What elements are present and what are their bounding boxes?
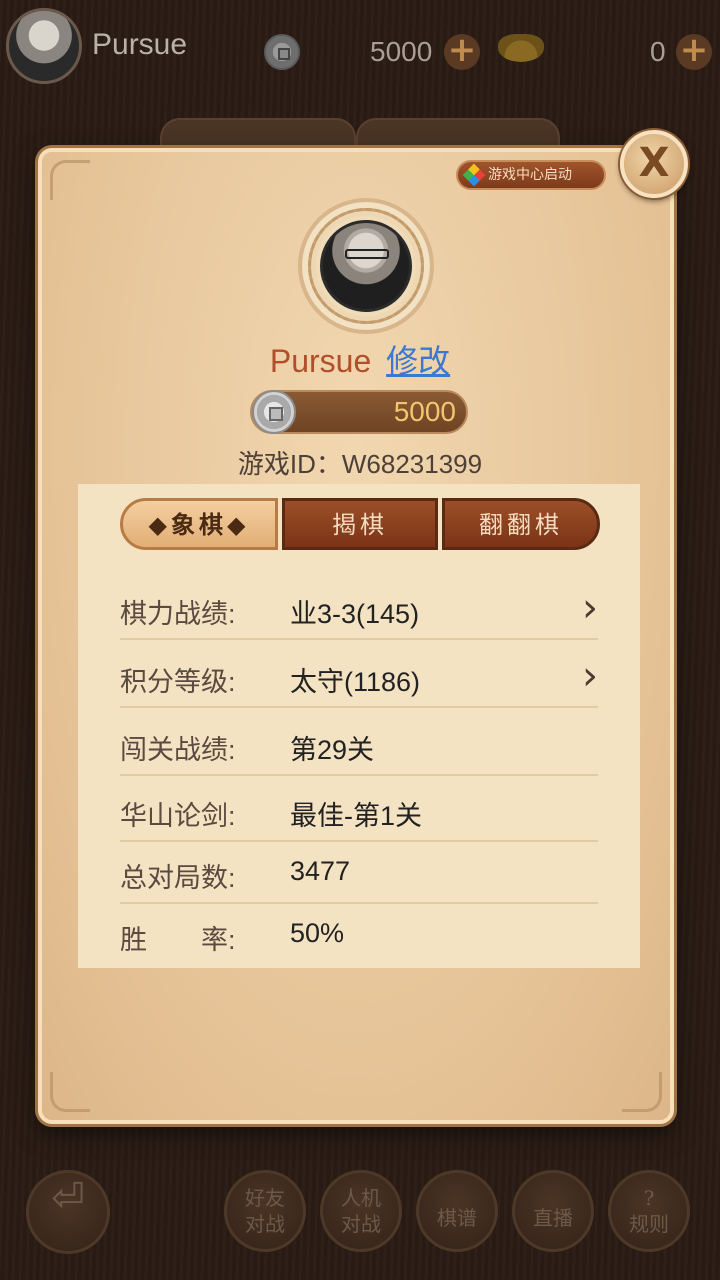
back-arrow-icon: ⏎ [51, 1175, 85, 1221]
stat-value: 最佳-第1关 [290, 801, 423, 831]
top-gold-count: 0 [650, 36, 666, 67]
top-coin-count: 5000 [370, 36, 433, 67]
corner-ornament [50, 1072, 90, 1112]
back-button[interactable]: ⏎ [26, 1170, 110, 1254]
stat-label: 积分等级: [120, 667, 236, 697]
corner-ornament [622, 1072, 662, 1112]
stat-value: 业3-3(145) [290, 599, 420, 629]
stat-label: 闯关战绩: [120, 735, 236, 765]
player-name: Pursue [269, 343, 372, 379]
ai-battle-label-2: 对战 [341, 1212, 381, 1236]
avatar-glasses [345, 249, 389, 259]
stat-value: 第29关 [290, 735, 375, 765]
game-type-tabs: ◆象棋◆ 揭棋 翻翻棋 [120, 498, 602, 552]
gold-ingot-icon [498, 34, 544, 62]
ai-battle-button[interactable]: 人机 对战 [320, 1170, 402, 1252]
ai-battle-label-1: 人机 [341, 1186, 381, 1210]
tab-xiangqi[interactable]: ◆象棋◆ [120, 498, 278, 550]
add-gold-plus-icon[interactable]: + [676, 33, 712, 70]
rules-label: 规则 [629, 1212, 669, 1236]
add-coins-plus-icon[interactable]: + [444, 33, 480, 70]
friend-battle-button[interactable]: 好友 对战 [224, 1170, 306, 1252]
top-avatar[interactable] [6, 8, 82, 84]
stat-row-levels: 闯关战绩: 第29关 [120, 716, 598, 776]
stat-label: 总对局数: [120, 863, 236, 893]
stat-value: 50% [290, 918, 345, 948]
live-stream-label: 直播 [533, 1206, 573, 1230]
avatar[interactable] [320, 220, 412, 312]
corner-ornament [50, 160, 90, 200]
stat-label: 胜 率: [120, 925, 236, 955]
tab-jieqi[interactable]: 揭棋 [282, 498, 438, 550]
chevron-right-icon[interactable]: › [582, 652, 598, 700]
tab-fanfanqi[interactable]: 翻翻棋 [442, 498, 600, 550]
stat-row-huashan: 华山论剑: 最佳-第1关 [120, 782, 598, 842]
stat-label: 华山论剑: [120, 801, 236, 831]
game-records-label: 棋谱 [437, 1206, 477, 1230]
coin-icon [264, 34, 300, 70]
top-bar: Pursue 5000 + 0 + [0, 0, 720, 100]
live-stream-button[interactable]: 直播 [512, 1170, 594, 1252]
coin-icon [252, 390, 296, 434]
chevron-right-icon[interactable]: › [582, 584, 598, 632]
rules-button[interactable]: ? 规则 [608, 1170, 690, 1252]
player-name-line: Pursue 修改 [0, 336, 720, 382]
coin-balance-bar: 5000 [250, 390, 468, 434]
stat-row-rating[interactable]: 棋力战绩: 业3-3(145) › [120, 580, 598, 640]
stat-row-win-rate: 胜 率: 50% [120, 906, 598, 966]
close-button[interactable]: X [620, 130, 688, 198]
bottom-bar: ⏎ 好友 对战 人机 对战 棋谱 直播 ? 规则 [0, 1160, 720, 1280]
friend-battle-label-1: 好友 [245, 1186, 285, 1210]
stat-row-total-games: 总对局数: 3477 [120, 844, 598, 904]
game-center-badge-label: 游戏中心启动 [488, 167, 572, 183]
game-center-launch-badge[interactable]: 游戏中心启动 [456, 160, 606, 190]
stat-value: 3477 [290, 856, 351, 886]
top-player-name: Pursue [92, 28, 188, 61]
game-center-icon [462, 163, 486, 187]
stat-row-rank[interactable]: 积分等级: 太守(1186) › [120, 648, 598, 708]
edit-name-link[interactable]: 修改 [386, 343, 450, 379]
stat-label: 棋力战绩: [120, 599, 236, 629]
game-records-button[interactable]: 棋谱 [416, 1170, 498, 1252]
coin-balance: 5000 [393, 396, 456, 427]
stat-value: 太守(1186) [290, 667, 421, 697]
friend-battle-label-2: 对战 [245, 1212, 285, 1236]
game-id: 游戏ID：W68231399 [237, 449, 483, 479]
close-icon: X [638, 140, 670, 186]
question-icon: ? [643, 1186, 655, 1210]
